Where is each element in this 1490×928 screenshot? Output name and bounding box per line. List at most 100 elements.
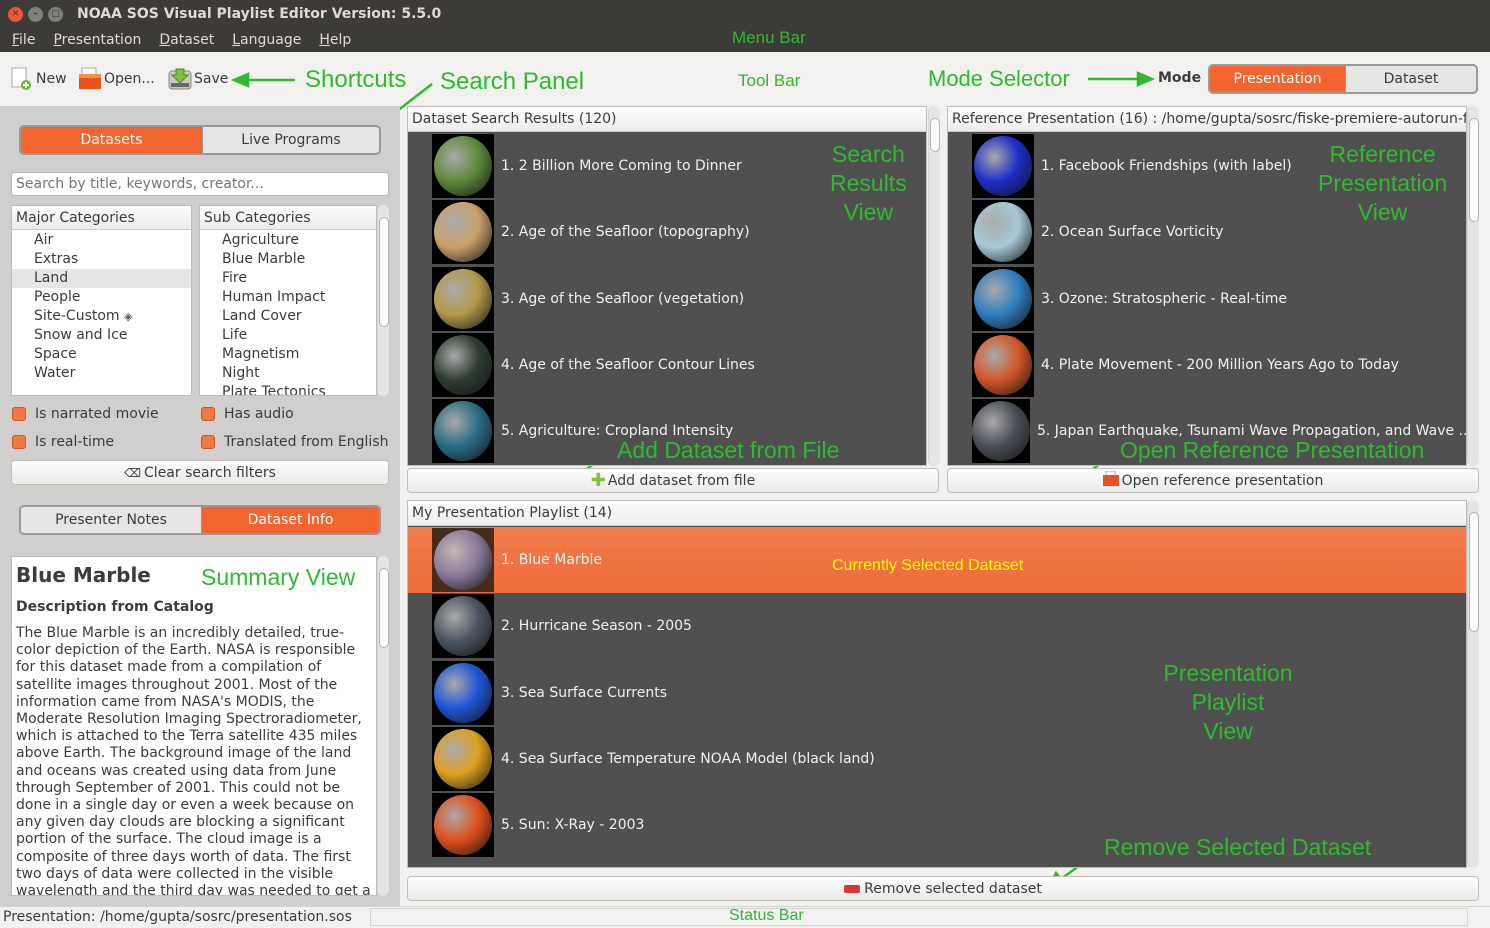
- open-button[interactable]: Open...: [78, 66, 155, 92]
- annotation-line: Search: [831, 141, 905, 167]
- filter-label: Is real-time: [35, 434, 115, 450]
- dataset-thumbnail: [432, 660, 494, 725]
- menu-dataset[interactable]: Dataset: [159, 32, 214, 48]
- major-category-item[interactable]: Air: [12, 231, 191, 250]
- sub-category-item[interactable]: Agriculture: [200, 231, 376, 250]
- playlist-row[interactable]: 3. Sea Surface Currents: [408, 660, 1466, 726]
- tab-dataset-info[interactable]: Dataset Info: [202, 507, 379, 533]
- search-input[interactable]: [11, 172, 389, 196]
- sub-category-item[interactable]: Magnetism: [200, 345, 376, 364]
- remove-selected-dataset-button[interactable]: Remove selected dataset: [407, 876, 1479, 901]
- tab-presenter-notes[interactable]: Presenter Notes: [21, 507, 202, 533]
- clear-search-filters-button[interactable]: ⌫ Clear search filters: [11, 460, 389, 485]
- annotation-menu-bar: Menu Bar: [732, 28, 806, 47]
- playlist-scrollbar[interactable]: [1467, 500, 1479, 868]
- tab-datasets[interactable]: Datasets: [21, 127, 202, 153]
- playlist-row[interactable]: 2. Hurricane Season - 2005: [408, 593, 1466, 659]
- open-reference-label: Open reference presentation: [1121, 472, 1324, 489]
- playlist-header: My Presentation Playlist (14): [408, 501, 1466, 526]
- menu-help[interactable]: Help: [319, 32, 351, 48]
- dataset-title: 3. Age of the Seafloor (vegetation): [501, 290, 745, 307]
- clear-search-filters-label: Clear search filters: [144, 464, 276, 481]
- sub-category-item[interactable]: Plate Tectonics: [200, 383, 376, 395]
- annotation-line: Results: [830, 170, 907, 196]
- filter-translated[interactable]: Translated from English: [201, 434, 389, 450]
- search-result-row[interactable]: 4. Age of the Seafloor Contour Lines: [408, 332, 926, 398]
- dataset-title: 2. Ocean Surface Vorticity: [1041, 224, 1224, 241]
- globe-icon: [974, 268, 1032, 329]
- checkbox[interactable]: [12, 407, 26, 421]
- dataset-thumbnail: [432, 793, 494, 858]
- minimize-window-button[interactable]: –: [28, 6, 43, 22]
- scrollbar-thumb[interactable]: [379, 217, 389, 327]
- scrollbar-thumb[interactable]: [1469, 118, 1479, 222]
- major-category-item[interactable]: Space: [12, 345, 191, 364]
- mode-presentation-button[interactable]: Presentation: [1210, 66, 1345, 92]
- plus-icon: ✚: [590, 470, 606, 491]
- sub-category-item[interactable]: Fire: [200, 269, 376, 288]
- sub-category-item[interactable]: Life: [200, 326, 376, 345]
- open-folder-icon: [1102, 470, 1119, 490]
- annotation-shortcuts: Shortcuts: [305, 66, 407, 93]
- sub-category-item[interactable]: Blue Marble: [200, 250, 376, 269]
- open-button-label: Open...: [104, 71, 155, 87]
- checkbox[interactable]: [201, 435, 215, 449]
- dataset-thumbnail: [972, 399, 1030, 464]
- major-category-item[interactable]: Extras: [12, 250, 191, 269]
- new-button[interactable]: New: [10, 66, 67, 92]
- reference-scrollbar[interactable]: [1467, 106, 1479, 466]
- sub-categories-scrollbar[interactable]: [377, 205, 389, 396]
- annotation-tool-bar: Tool Bar: [738, 71, 801, 90]
- open-reference-presentation-button[interactable]: Open reference presentation: [947, 468, 1479, 493]
- search-results-scrollbar[interactable]: [928, 106, 940, 466]
- tab-live-programs[interactable]: Live Programs: [202, 127, 379, 153]
- scrollbar-thumb[interactable]: [379, 568, 389, 648]
- major-category-item[interactable]: Snow and Ice: [12, 326, 191, 345]
- scrollbar-thumb[interactable]: [1469, 512, 1479, 632]
- annotation-add-dataset: Add Dataset from File: [617, 437, 840, 463]
- globe-icon: [434, 662, 492, 723]
- major-category-item[interactable]: People: [12, 288, 191, 307]
- annotation-mode-selector: Mode Selector: [928, 66, 1070, 91]
- scrollbar-thumb[interactable]: [930, 118, 940, 152]
- close-icon: ✕: [11, 9, 20, 19]
- mode-dataset-button[interactable]: Dataset: [1345, 66, 1476, 92]
- new-button-label: New: [36, 71, 67, 87]
- major-category-item-selected[interactable]: Land: [12, 269, 191, 288]
- info-tabs: Presenter Notes Dataset Info: [19, 505, 381, 535]
- dataset-thumbnail: [432, 266, 494, 331]
- menu-file[interactable]: File: [12, 32, 35, 48]
- filter-narrated-movie[interactable]: Is narrated movie: [12, 406, 159, 422]
- maximize-window-button[interactable]: □: [48, 6, 63, 22]
- reference-row[interactable]: 3. Ozone: Stratospheric - Real-time: [948, 266, 1466, 332]
- sub-category-item[interactable]: Land Cover: [200, 307, 376, 326]
- reference-row[interactable]: 4. Plate Movement - 200 Million Years Ag…: [948, 332, 1466, 398]
- add-dataset-from-file-button[interactable]: ✚ Add dataset from file: [407, 468, 939, 493]
- save-button[interactable]: Save: [168, 66, 228, 92]
- search-result-row[interactable]: 3. Age of the Seafloor (vegetation): [408, 266, 926, 332]
- clear-icon: ⌫: [124, 465, 142, 480]
- new-file-icon: [10, 67, 32, 91]
- sub-category-item[interactable]: Human Impact: [200, 288, 376, 307]
- checkbox[interactable]: [201, 407, 215, 421]
- summary-scrollbar[interactable]: [377, 556, 389, 896]
- checkbox[interactable]: [12, 435, 26, 449]
- filter-has-audio[interactable]: Has audio: [201, 406, 294, 422]
- menu-language[interactable]: Language: [232, 32, 301, 48]
- menu-presentation[interactable]: Presentation: [53, 32, 141, 48]
- globe-icon: [434, 136, 492, 196]
- globe-icon: [974, 334, 1032, 395]
- add-dataset-label: Add dataset from file: [607, 472, 756, 489]
- sub-categories-list: Sub Categories Agriculture Blue Marble F…: [199, 205, 377, 396]
- annotation-line: Presentation: [1318, 170, 1448, 196]
- globe-icon: [434, 795, 492, 856]
- annotation-line: Playlist: [1191, 689, 1265, 715]
- playlist-row[interactable]: 4. Sea Surface Temperature NOAA Model (b…: [408, 726, 1466, 792]
- sub-category-item[interactable]: Night: [200, 364, 376, 383]
- filter-real-time[interactable]: Is real-time: [12, 434, 114, 450]
- close-window-button[interactable]: ✕: [8, 6, 23, 22]
- dataset-thumbnail: [432, 528, 494, 592]
- dataset-title: 4. Sea Surface Temperature NOAA Model (b…: [501, 750, 875, 767]
- major-category-item[interactable]: Site-Custom ◈: [12, 307, 191, 326]
- major-category-item[interactable]: Water: [12, 364, 191, 383]
